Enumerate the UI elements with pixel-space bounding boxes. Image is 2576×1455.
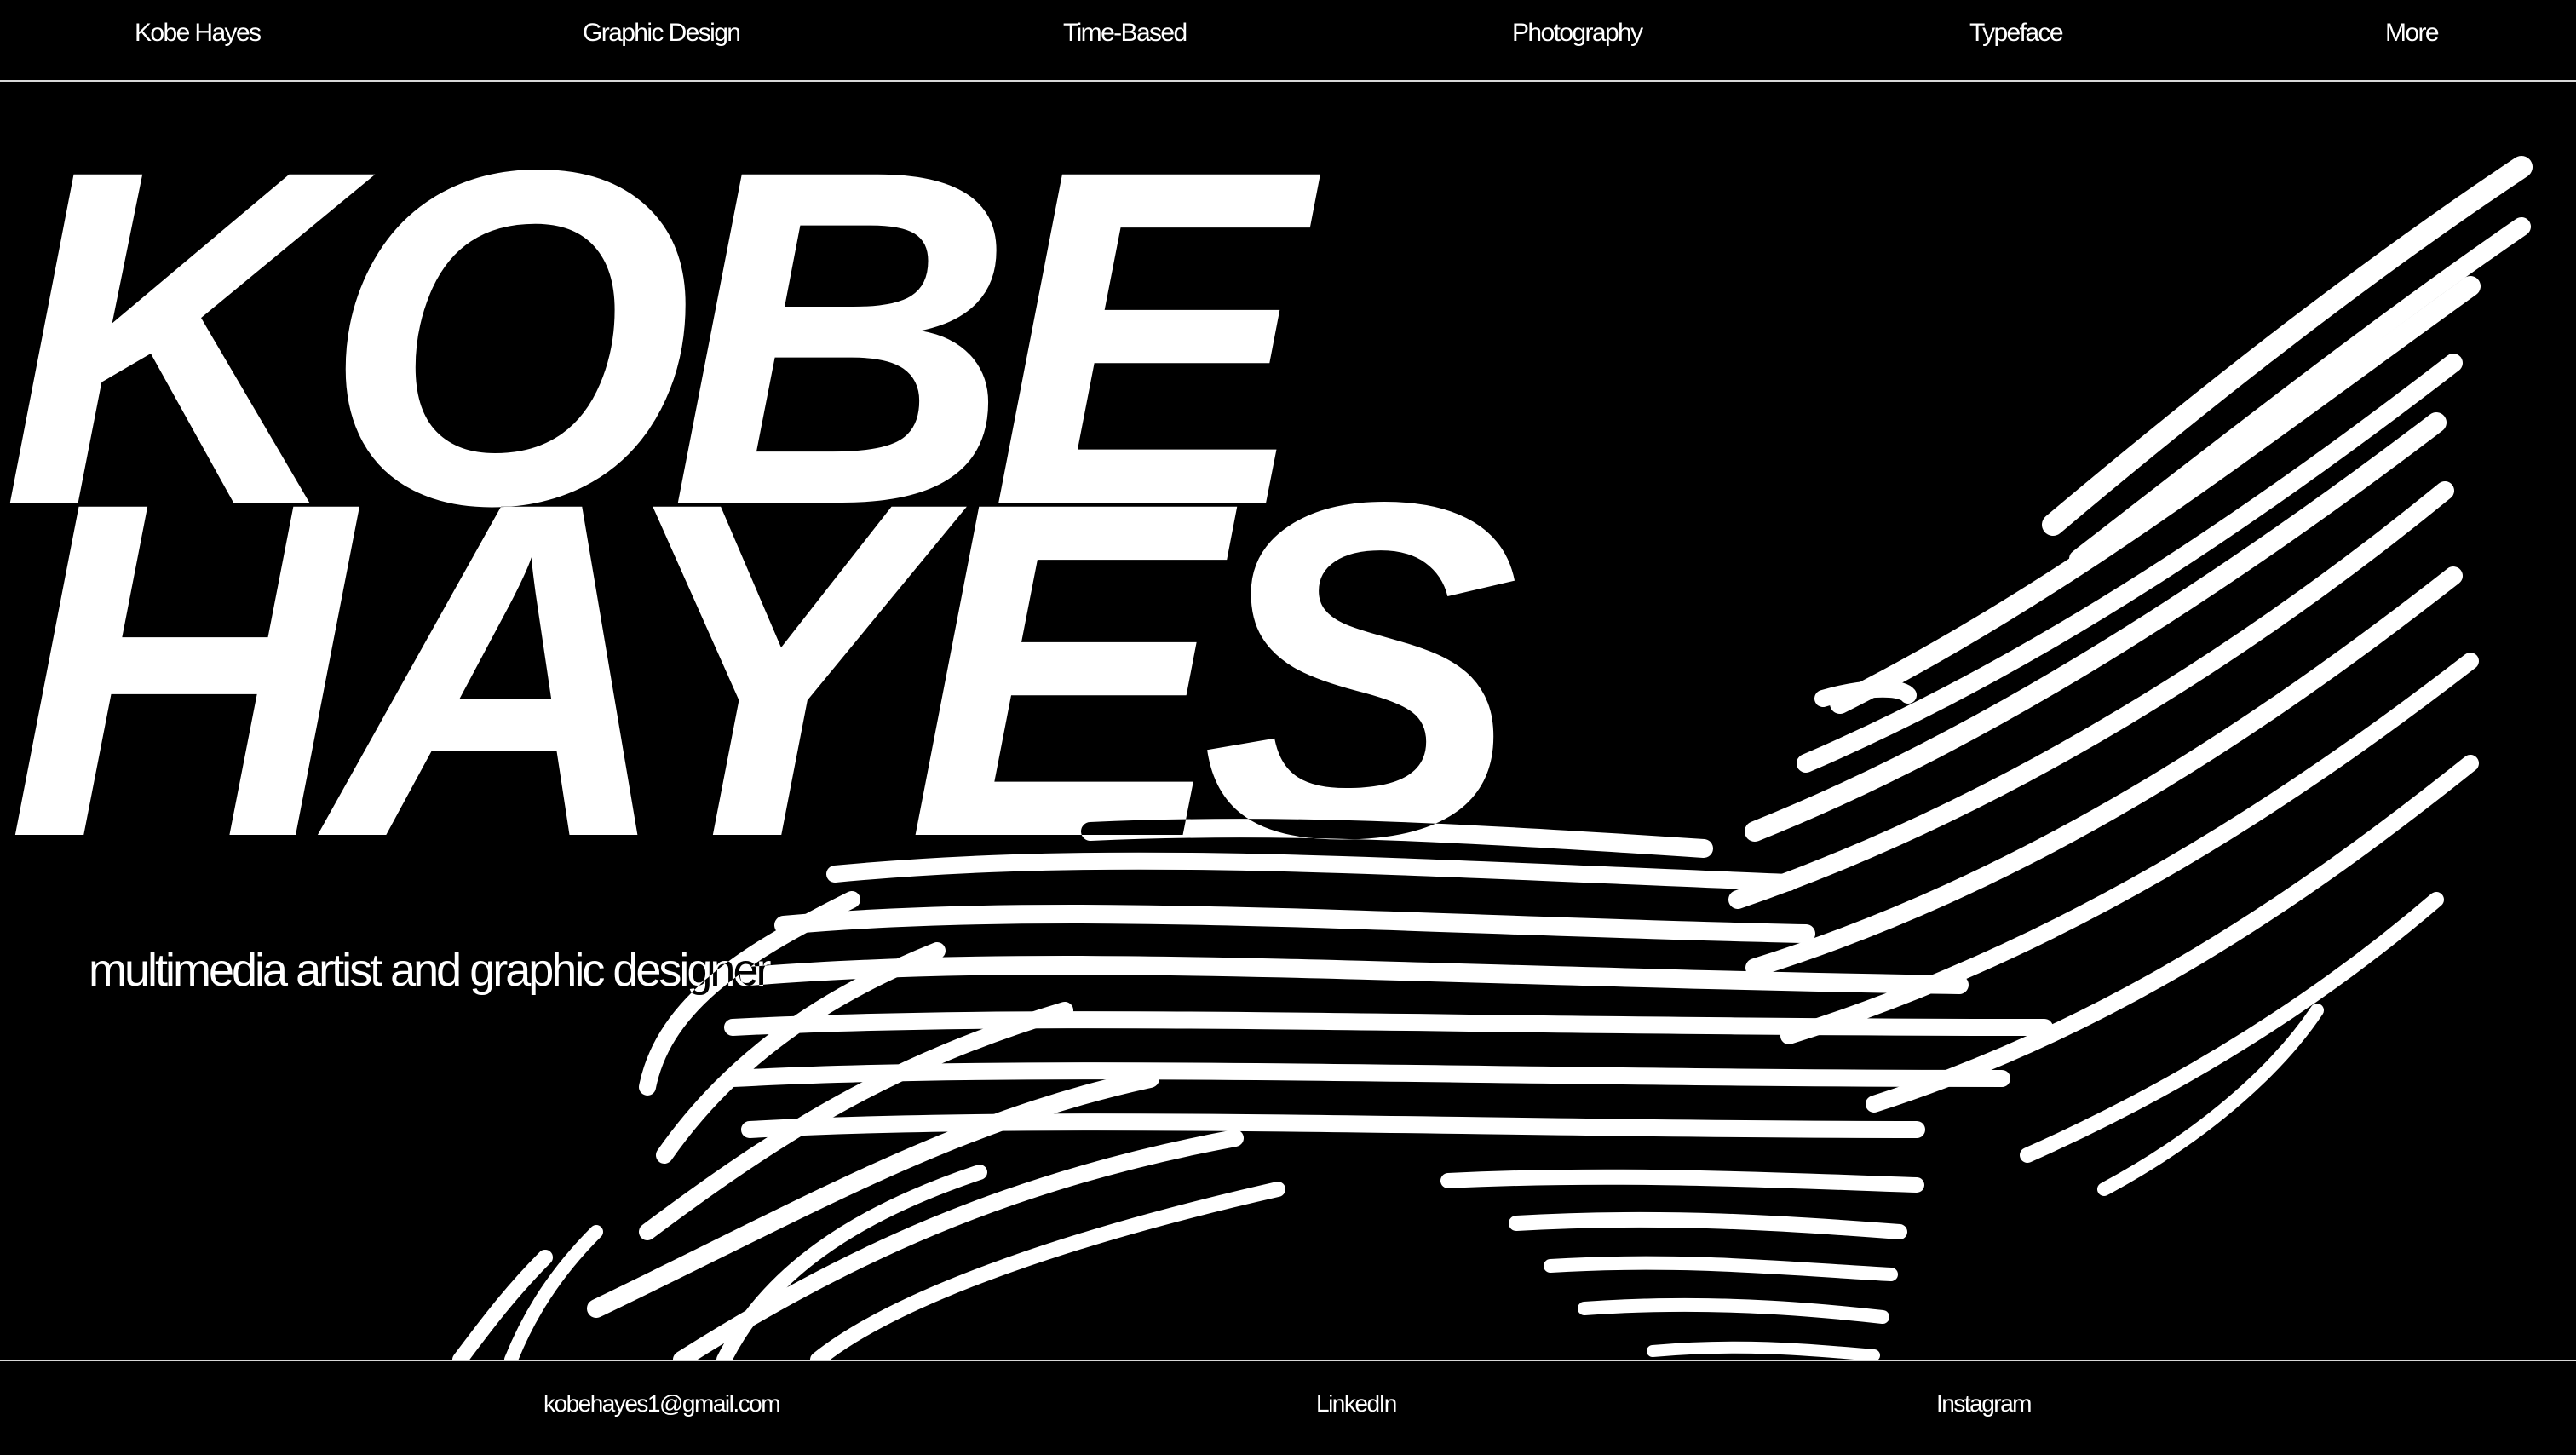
nav-home-link[interactable]: Kobe Hayes: [135, 19, 262, 48]
nav-typeface-link[interactable]: Typeface: [1969, 19, 2064, 48]
page-window: Kobe Hayes Graphic Design Time-Based Pho…: [0, 0, 2576, 1455]
nav-more-link[interactable]: More: [2385, 19, 2440, 48]
nav-time-based-link[interactable]: Time-Based: [1063, 19, 1187, 48]
linkedin-link[interactable]: LinkedIn: [1316, 1390, 1397, 1418]
instagram-link[interactable]: Instagram: [1936, 1390, 2033, 1418]
footer-links: kobehayes1@gmail.com LinkedIn Instagram: [0, 1360, 2576, 1455]
nav-photography-link[interactable]: Photography: [1512, 19, 1643, 48]
hero-section: KOBE HAYES multimedia artist and graphic…: [0, 82, 2576, 1360]
email-link[interactable]: kobehayes1@gmail.com: [543, 1390, 781, 1418]
nav-graphic-design-link[interactable]: Graphic Design: [583, 19, 741, 48]
hero-tagline: multimedia artist and graphic designer: [89, 945, 771, 996]
hero-title-last-name: HAYES: [7, 403, 1520, 936]
top-navigation: Kobe Hayes Graphic Design Time-Based Pho…: [0, 0, 2576, 82]
